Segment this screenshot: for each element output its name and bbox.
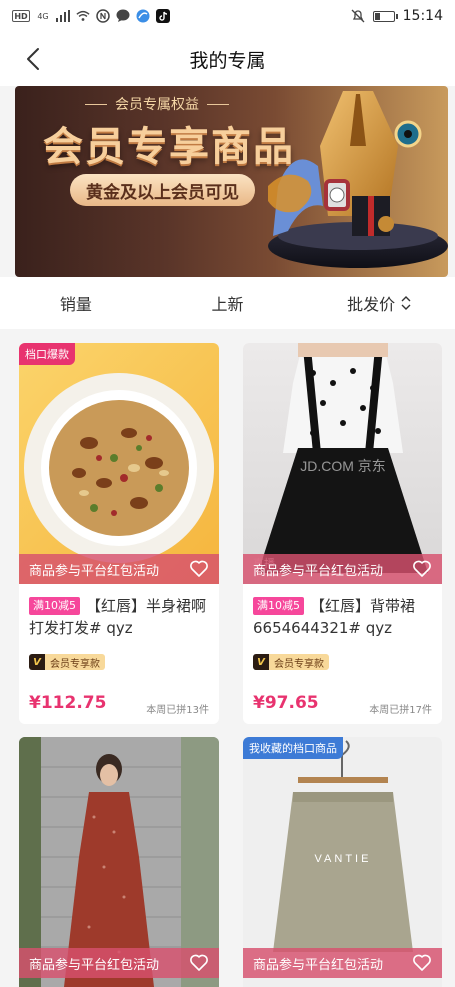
back-arrow-icon[interactable] — [22, 46, 46, 72]
sort-by-wholesale-price[interactable]: 批发价 — [303, 291, 455, 315]
vip-label: 会员专享款 — [45, 654, 105, 670]
vip-label: 会员专享款 — [269, 654, 329, 670]
product-card[interactable]: VANTIE 我收藏的档口商品 商品参与平台红包活动 — [243, 737, 442, 987]
status-bar: HD 4G 15:14 — [0, 0, 455, 32]
nav-bar: 我的专属 — [0, 32, 455, 86]
banner-top-text: 会员专属权益 — [115, 97, 199, 113]
vip-exclusive-badge: V 会员专享款 — [253, 654, 329, 670]
product-image-suspender-dress: JD.COM 京东 直播 — [243, 343, 442, 584]
banner-subtitle: 会员专属权益 — [85, 94, 229, 114]
message-icon — [116, 9, 130, 23]
product-price: ¥112.75 — [29, 693, 107, 713]
sort-by-new[interactable]: 上新 — [152, 291, 304, 315]
wifi-icon — [76, 9, 90, 23]
promo-text: 商品参与平台红包活动 — [29, 563, 160, 579]
product-card[interactable]: JD.COM 京东 直播 商品参与平台红包活动 满10减5【红唇】背带裙6654… — [243, 343, 442, 724]
weekly-sold-count: 本周已拼13件 — [146, 705, 209, 716]
vip-icon: V — [29, 654, 45, 670]
mute-bell-icon — [351, 9, 365, 23]
product-image-nuts — [19, 343, 219, 584]
tiktok-icon — [156, 9, 170, 23]
promo-strip: 商品参与平台红包活动 — [243, 554, 442, 584]
promo-text: 商品参与平台红包活动 — [253, 957, 384, 973]
clock: 15:14 — [402, 8, 443, 24]
promo-text: 商品参与平台红包活动 — [29, 957, 160, 973]
promo-strip: 商品参与平台红包活动 — [243, 948, 442, 978]
browser-icon — [136, 9, 150, 23]
battery-icon — [372, 10, 398, 22]
sort-by-sales[interactable]: 销量 — [0, 291, 152, 315]
vip-icon: V — [253, 654, 269, 670]
weekly-sold-count: 本周已拼17件 — [369, 705, 432, 716]
hot-item-tag: 档口爆款 — [19, 343, 75, 365]
favorited-stall-tag: 我收藏的档口商品 — [243, 737, 343, 759]
page: HD 4G 15:14 我的专属 会员专属权益 会员专享商品 黄金及以上会员可见… — [0, 0, 455, 987]
product-card[interactable]: 档口爆款 商品参与平台红包活动 满10减5 【红唇】半身裙啊打发打发# qyz V… — [19, 343, 219, 724]
product-price: ¥97.65 — [253, 693, 319, 713]
member-banner[interactable]: 会员专属权益 会员专享商品 黄金及以上会员可见 — [15, 86, 448, 277]
discount-badge: 满10减5 — [253, 597, 304, 615]
sort-new-label: 上新 — [211, 295, 244, 314]
promo-text: 商品参与平台红包活动 — [253, 563, 384, 579]
status-right: 15:14 — [351, 8, 443, 24]
product-title: 满10减5 【红唇】背带裙6654644321# qyz — [253, 595, 434, 639]
hd-icon: HD — [12, 10, 30, 22]
page-title: 我的专属 — [189, 49, 266, 72]
promo-strip: 商品参与平台红包活动 — [19, 948, 219, 978]
product-card[interactable]: 商品参与平台红包活动 — [19, 737, 219, 987]
banner-products-illustration — [268, 91, 448, 268]
sort-price-label: 批发价 — [347, 295, 396, 314]
nfc-icon — [96, 9, 110, 23]
sort-bar: 销量 上新 批发价 — [0, 277, 455, 329]
banner-pill: 黄金及以上会员可见 — [70, 174, 255, 206]
favorite-heart-icon[interactable] — [189, 953, 209, 973]
discount-badge: 满10减5 — [29, 597, 80, 615]
favorite-heart-icon[interactable] — [412, 559, 432, 579]
sort-up-down-icon — [401, 296, 411, 310]
product-title: 满10减5 【红唇】半身裙啊打发打发# qyz — [29, 595, 211, 639]
favorite-heart-icon[interactable] — [189, 559, 209, 579]
signal-icon — [56, 9, 70, 23]
vip-exclusive-badge: V 会员专享款 — [29, 654, 105, 670]
network-4g-icon: 4G — [37, 11, 49, 21]
promo-strip: 商品参与平台红包活动 — [19, 554, 219, 584]
skirt-brand-print: VANTIE — [315, 853, 372, 865]
favorite-heart-icon[interactable] — [412, 953, 432, 973]
sort-sales-label: 销量 — [59, 295, 92, 314]
status-icons: HD 4G — [12, 9, 170, 23]
watermark: JD.COM 京东 — [300, 458, 386, 474]
